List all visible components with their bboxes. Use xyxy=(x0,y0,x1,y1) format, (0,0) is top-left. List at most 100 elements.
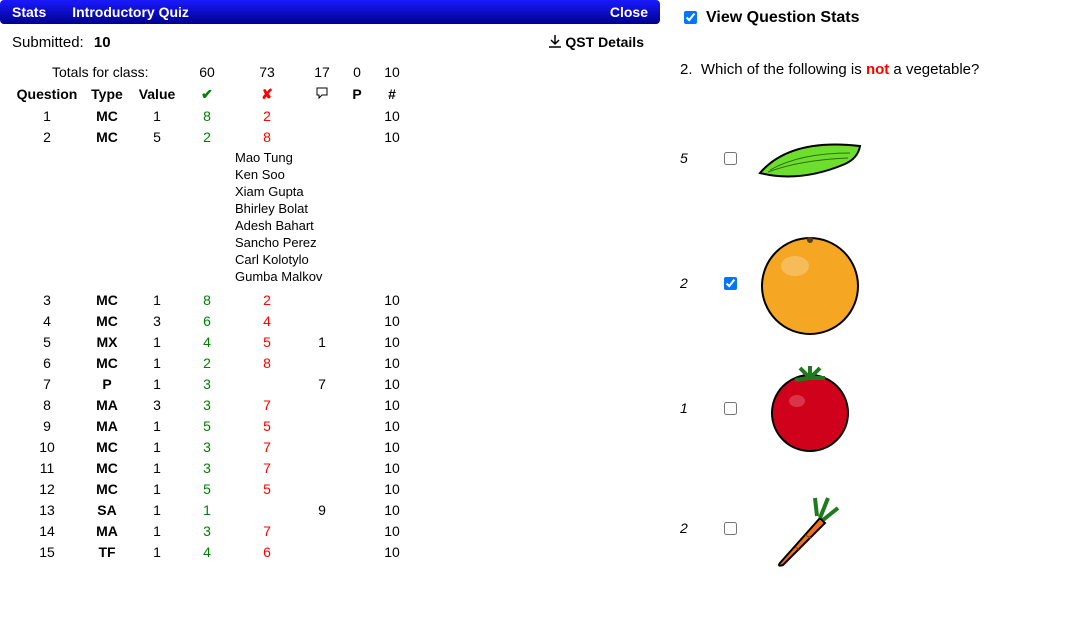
answer-count: 1 xyxy=(680,400,720,416)
cell-hint: 7 xyxy=(302,376,342,392)
answer-checkbox[interactable] xyxy=(724,522,737,535)
table-row[interactable]: 4MC36410 xyxy=(0,310,660,331)
table-row[interactable]: 13SA11910 xyxy=(0,499,660,520)
cell-question: 13 xyxy=(12,502,82,518)
table-row[interactable]: 14MA13710 xyxy=(0,520,660,541)
question-text-post: a vegetable? xyxy=(889,61,979,78)
cell-value: 1 xyxy=(132,376,182,392)
cell-wrong: 7 xyxy=(232,523,302,539)
stats-panel: Stats Introductory Quiz Close Submitted:… xyxy=(0,0,660,617)
cell-wrong: 8 xyxy=(232,355,302,371)
cell-count: 10 xyxy=(372,544,412,560)
cell-wrong: 8 xyxy=(232,129,302,145)
table-row[interactable]: 6MC12810 xyxy=(0,352,660,373)
cell-type: MX xyxy=(82,334,132,350)
cell-question: 1 xyxy=(12,108,82,124)
header-partial: P xyxy=(342,86,372,102)
table-row[interactable]: 9MA15510 xyxy=(0,415,660,436)
table-row[interactable]: 8MA33710 xyxy=(0,394,660,415)
cell-value: 1 xyxy=(132,292,182,308)
header-hint-icon xyxy=(302,86,342,103)
totals-correct: 60 xyxy=(182,64,232,80)
cell-value: 1 xyxy=(132,439,182,455)
cell-correct: 8 xyxy=(182,292,232,308)
cell-type: TF xyxy=(82,544,132,560)
cell-type: MC xyxy=(82,481,132,497)
question-stats-panel: View Question Stats 2. Which of the foll… xyxy=(660,0,1071,617)
student-name: Bhirley Bolat xyxy=(235,200,660,217)
answer-row: 2 xyxy=(680,228,1071,338)
cell-wrong: 7 xyxy=(232,397,302,413)
answer-checkbox[interactable] xyxy=(724,152,737,165)
cell-value: 1 xyxy=(132,334,182,350)
cell-type: MA xyxy=(82,418,132,434)
header-question: Question xyxy=(12,86,82,102)
cell-value: 1 xyxy=(132,523,182,539)
column-headers: Question Type Value ✔ ✘ P # xyxy=(0,83,660,105)
totals-partial: 0 xyxy=(342,64,372,80)
cell-count: 10 xyxy=(372,481,412,497)
table-row[interactable]: 1MC18210 xyxy=(0,105,660,126)
answer-count: 2 xyxy=(680,275,720,291)
carrot-icon xyxy=(750,483,870,573)
cell-question: 12 xyxy=(12,481,82,497)
cell-wrong: 7 xyxy=(232,439,302,455)
cell-count: 10 xyxy=(372,292,412,308)
qst-details-button[interactable]: QST Details xyxy=(549,34,644,52)
close-button[interactable]: Close xyxy=(610,4,648,20)
cell-wrong: 4 xyxy=(232,313,302,329)
cell-wrong: 2 xyxy=(232,108,302,124)
cell-question: 15 xyxy=(12,544,82,560)
view-question-stats-checkbox[interactable] xyxy=(684,11,697,24)
table-row[interactable]: 7P13710 xyxy=(0,373,660,394)
student-name: Xiam Gupta xyxy=(235,183,660,200)
cell-correct: 4 xyxy=(182,334,232,350)
cell-value: 1 xyxy=(132,108,182,124)
cell-question: 5 xyxy=(12,334,82,350)
table-row[interactable]: 11MC13710 xyxy=(0,457,660,478)
cell-question: 3 xyxy=(12,292,82,308)
cell-count: 10 xyxy=(372,355,412,371)
answer-checkbox[interactable] xyxy=(724,402,737,415)
cell-correct: 3 xyxy=(182,397,232,413)
cell-type: P xyxy=(82,376,132,392)
cell-correct: 3 xyxy=(182,439,232,455)
cell-type: MC xyxy=(82,108,132,124)
cell-value: 1 xyxy=(132,355,182,371)
question-text-pre: Which of the following is xyxy=(701,61,866,78)
panel-header: Stats Introductory Quiz Close xyxy=(0,0,660,24)
student-name: Adesh Bahart xyxy=(235,217,660,234)
cell-question: 8 xyxy=(12,397,82,413)
answer-row: 5 xyxy=(680,108,1071,208)
cell-type: MA xyxy=(82,523,132,539)
answer-row: 1 xyxy=(680,358,1071,458)
totals-label: Totals for class: xyxy=(12,64,182,80)
cell-count: 10 xyxy=(372,334,412,350)
table-row[interactable]: 12MC15510 xyxy=(0,478,660,499)
cell-value: 1 xyxy=(132,502,182,518)
cell-type: MC xyxy=(82,313,132,329)
cell-value: 1 xyxy=(132,481,182,497)
table-row[interactable]: 2MC52810 xyxy=(0,126,660,147)
table-row[interactable]: 10MC13710 xyxy=(0,436,660,457)
cell-value: 3 xyxy=(132,397,182,413)
question-text-not: not xyxy=(866,61,889,78)
cell-question: 10 xyxy=(12,439,82,455)
answer-checkbox[interactable] xyxy=(724,277,737,290)
answer-count: 2 xyxy=(680,520,720,536)
cell-wrong: 5 xyxy=(232,481,302,497)
cell-question: 7 xyxy=(12,376,82,392)
cell-correct: 3 xyxy=(182,460,232,476)
cell-wrong: 6 xyxy=(232,544,302,560)
student-name: Carl Kolotylo xyxy=(235,251,660,268)
cell-value: 5 xyxy=(132,129,182,145)
table-row[interactable]: 5MX145110 xyxy=(0,331,660,352)
cell-hint: 1 xyxy=(302,334,342,350)
header-wrong-icon: ✘ xyxy=(232,86,302,103)
header-correct-icon: ✔ xyxy=(182,86,232,103)
cell-type: SA xyxy=(82,502,132,518)
submitted-value: 10 xyxy=(94,34,111,51)
data-rows: 1MC182102MC52810Mao TungKen SooXiam Gupt… xyxy=(0,105,660,562)
table-row[interactable]: 15TF14610 xyxy=(0,541,660,562)
table-row[interactable]: 3MC18210 xyxy=(0,289,660,310)
